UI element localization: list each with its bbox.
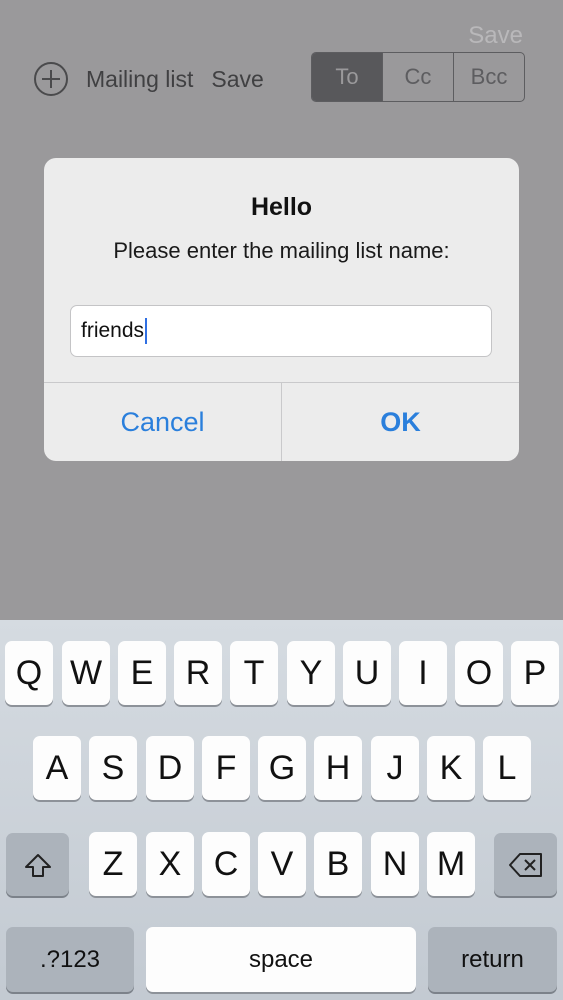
key-a[interactable]: A xyxy=(33,736,81,800)
key-i[interactable]: I xyxy=(399,641,447,705)
mailing-list-name-input[interactable]: friends xyxy=(70,305,492,357)
recipient-segmented-control: To Cc Bcc xyxy=(311,52,525,102)
save-button[interactable]: Save xyxy=(211,66,263,93)
keyboard: Q W E R T Y U I O P A S D F G H J K L Z … xyxy=(0,620,563,1000)
key-f[interactable]: F xyxy=(202,736,250,800)
delete-key[interactable] xyxy=(494,833,557,896)
segment-cc[interactable]: Cc xyxy=(383,53,454,101)
add-circle-icon[interactable] xyxy=(34,62,68,96)
alert-title: Hello xyxy=(250,193,313,221)
cancel-button[interactable]: Cancel xyxy=(44,383,282,461)
key-d[interactable]: D xyxy=(146,736,194,800)
key-u[interactable]: U xyxy=(343,641,391,705)
key-q[interactable]: Q xyxy=(5,641,53,705)
key-n[interactable]: N xyxy=(371,832,419,896)
alert-buttons: Cancel OK xyxy=(44,382,519,461)
segment-to[interactable]: To xyxy=(312,53,383,101)
shift-key[interactable] xyxy=(6,833,69,896)
key-e[interactable]: E xyxy=(118,641,166,705)
input-value: friends xyxy=(81,319,145,342)
key-m[interactable]: M xyxy=(427,832,475,896)
key-s[interactable]: S xyxy=(89,736,137,800)
alert-message: Please enter the mailing list name: xyxy=(113,238,450,263)
key-y[interactable]: Y xyxy=(287,641,335,705)
shift-icon xyxy=(24,853,51,877)
key-g[interactable]: G xyxy=(258,736,306,800)
key-c[interactable]: C xyxy=(202,832,250,896)
key-v[interactable]: V xyxy=(258,832,306,896)
key-b[interactable]: B xyxy=(314,832,362,896)
key-h[interactable]: H xyxy=(314,736,362,800)
segment-bcc[interactable]: Bcc xyxy=(454,53,524,101)
key-r[interactable]: R xyxy=(174,641,222,705)
key-p[interactable]: P xyxy=(511,641,559,705)
key-z[interactable]: Z xyxy=(89,832,137,896)
text-cursor xyxy=(145,318,148,344)
space-key[interactable]: space xyxy=(146,927,416,992)
background-screen: Save Mailing list Save To Cc Bcc Hello P… xyxy=(0,0,563,620)
key-l[interactable]: L xyxy=(483,736,531,800)
key-o[interactable]: O xyxy=(455,641,503,705)
key-w[interactable]: W xyxy=(62,641,110,705)
key-x[interactable]: X xyxy=(146,832,194,896)
key-k[interactable]: K xyxy=(427,736,475,800)
key-t[interactable]: T xyxy=(230,641,278,705)
numbers-key[interactable]: .?123 xyxy=(6,927,134,992)
return-key[interactable]: return xyxy=(428,927,557,992)
toolbar: Mailing list Save xyxy=(34,56,264,102)
top-save-button[interactable]: Save xyxy=(468,22,523,50)
alert-dialog: Hello Please enter the mailing list name… xyxy=(44,158,519,461)
mailing-list-button[interactable]: Mailing list xyxy=(86,66,193,93)
delete-icon xyxy=(508,852,542,877)
key-j[interactable]: J xyxy=(371,736,419,800)
ok-button[interactable]: OK xyxy=(282,383,519,461)
